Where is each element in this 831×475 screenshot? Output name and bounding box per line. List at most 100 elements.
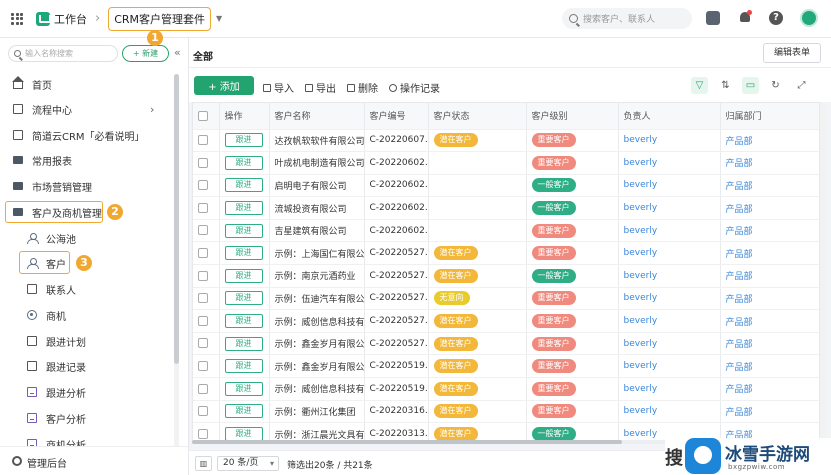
customer-name-cell[interactable]: 吉星建筑有限公司 bbox=[269, 219, 365, 243]
select-all-checkbox[interactable] bbox=[198, 110, 208, 121]
view-toggle-icon[interactable]: ▭ bbox=[742, 77, 759, 94]
sidebar-item-guide[interactable]: 简道云CRM「必看说明」 bbox=[0, 124, 172, 146]
row-select-cell[interactable] bbox=[193, 174, 220, 198]
column-header[interactable]: 客户编号 bbox=[364, 103, 429, 130]
customer-name-cell[interactable]: 示例：鑫金岁月有限公司 bbox=[269, 332, 365, 356]
customer-name-cell[interactable]: 叶成机电制造有限公司 bbox=[269, 151, 365, 175]
owner-cell[interactable]: beverly bbox=[618, 174, 721, 198]
row-select-cell[interactable] bbox=[193, 196, 220, 220]
column-header[interactable]: 客户级别 bbox=[526, 103, 619, 130]
filter-icon[interactable]: ▽ bbox=[691, 77, 708, 94]
sidebar-search-input[interactable]: 输入名称搜索 bbox=[8, 45, 118, 62]
sidebar-item-public-pool[interactable]: 公海池 bbox=[0, 227, 172, 249]
column-header[interactable]: 归属部门 bbox=[720, 103, 819, 130]
row-select-cell[interactable] bbox=[193, 332, 220, 356]
follow-up-button[interactable]: 跟进 bbox=[224, 133, 263, 148]
row-select-cell[interactable] bbox=[193, 400, 220, 424]
row-select-cell[interactable] bbox=[193, 241, 220, 266]
department-cell[interactable]: 产品部 bbox=[720, 196, 819, 220]
follow-up-button[interactable]: 跟进 bbox=[224, 246, 263, 261]
row-select-cell[interactable] bbox=[193, 219, 220, 243]
customer-name-cell[interactable]: 示例：鑫金岁月有限公司 bbox=[269, 354, 365, 379]
department-cell[interactable]: 产品部 bbox=[720, 354, 819, 379]
department-cell[interactable]: 产品部 bbox=[720, 264, 819, 288]
row-checkbox[interactable] bbox=[198, 135, 208, 146]
customer-name-cell[interactable]: 流城投资有限公司 bbox=[269, 196, 365, 220]
owner-cell[interactable]: beverly bbox=[618, 219, 721, 243]
global-search-input[interactable]: 搜索客户、联系人 bbox=[562, 8, 692, 29]
row-checkbox[interactable] bbox=[198, 293, 208, 304]
department-cell[interactable]: 产品部 bbox=[720, 174, 819, 198]
owner-cell[interactable]: beverly bbox=[618, 332, 721, 356]
chevron-down-icon[interactable]: ▼ bbox=[216, 14, 222, 23]
table-row[interactable]: 跟进 示例：鑫金岁月有限公司 C-20220527... 潜在客户 重要客户 beverl… bbox=[193, 332, 819, 356]
new-button[interactable]: + 新建 bbox=[122, 45, 169, 62]
owner-cell[interactable]: beverly bbox=[618, 309, 721, 333]
collapse-sidebar-icon[interactable]: « bbox=[174, 46, 181, 59]
department-cell[interactable]: 产品部 bbox=[720, 219, 819, 243]
operation-log-button[interactable]: 操作记录 bbox=[389, 80, 440, 95]
import-button[interactable]: 导入 bbox=[263, 80, 294, 95]
table-row[interactable]: 跟进 叶成机电制造有限公司 C-20220602... 重要客户 beverly 产品部 bbox=[193, 151, 819, 175]
row-checkbox[interactable] bbox=[198, 338, 208, 349]
customer-name-cell[interactable]: 示例：南京元酒药业 bbox=[269, 264, 365, 288]
edit-form-button[interactable]: 编辑表单 bbox=[763, 43, 821, 63]
add-button[interactable]: + 添加 bbox=[194, 76, 254, 95]
owner-cell[interactable]: beverly bbox=[618, 354, 721, 379]
column-settings-icon[interactable]: ▥ bbox=[195, 456, 212, 471]
follow-up-button[interactable]: 跟进 bbox=[224, 268, 263, 283]
row-checkbox[interactable] bbox=[198, 225, 208, 236]
customer-name-cell[interactable]: 示例：上海国仁有限公司 bbox=[269, 241, 365, 266]
follow-up-button[interactable]: 跟进 bbox=[224, 336, 263, 351]
sidebar-item-customer-analysis[interactable]: 客户分析 bbox=[0, 407, 172, 429]
sort-icon[interactable]: ⇅ bbox=[717, 77, 734, 94]
owner-cell[interactable]: beverly bbox=[618, 400, 721, 424]
department-cell[interactable]: 产品部 bbox=[720, 309, 819, 333]
sidebar-item-follow-record[interactable]: 跟进记录 bbox=[0, 355, 172, 377]
sidebar-scroll-thumb[interactable] bbox=[174, 74, 179, 364]
row-select-cell[interactable] bbox=[193, 377, 220, 401]
select-all-cell[interactable] bbox=[193, 103, 220, 130]
owner-cell[interactable]: beverly bbox=[618, 196, 721, 220]
table-row[interactable]: 跟进示例：威创信息科技有限公司C-20220527... 潜在客户 重要客户 beve… bbox=[193, 309, 819, 333]
row-checkbox[interactable] bbox=[198, 428, 208, 439]
sidebar-item-follow-plan[interactable]: 跟进计划 bbox=[0, 330, 172, 352]
sidebar-item-follow-analysis[interactable]: 跟进分析 bbox=[0, 381, 172, 403]
row-select-cell[interactable] bbox=[193, 354, 220, 379]
owner-cell[interactable]: beverly bbox=[618, 151, 721, 175]
sidebar-item-reports[interactable]: 常用报表 bbox=[0, 149, 172, 171]
department-cell[interactable]: 产品部 bbox=[720, 287, 819, 311]
follow-up-button[interactable]: 跟进 bbox=[224, 291, 263, 306]
customer-name-cell[interactable]: 示例：威创信息科技有限公司 bbox=[269, 309, 365, 333]
sidebar-item-customer-opportunity[interactable]: 客户及商机管理 bbox=[0, 201, 172, 223]
help-icon[interactable]: ? bbox=[769, 11, 783, 25]
follow-up-button[interactable]: 跟进 bbox=[224, 314, 263, 329]
row-select-cell[interactable] bbox=[193, 309, 220, 333]
owner-cell[interactable]: beverly bbox=[618, 287, 721, 311]
department-cell[interactable]: 产品部 bbox=[720, 377, 819, 401]
table-row[interactable]: 跟进示例：威创信息科技有限公司C-20220519... 潜在客户 重要客户 beve… bbox=[193, 377, 819, 401]
delete-button[interactable]: 删除 bbox=[347, 80, 378, 95]
row-checkbox[interactable] bbox=[198, 202, 208, 213]
column-header[interactable]: 负责人 bbox=[618, 103, 721, 130]
table-row[interactable]: 跟进 示例：衢州江化集团 C-20220316... 潜在客户 重要客户 beverly 产… bbox=[193, 400, 819, 424]
customer-name-cell[interactable]: 示例：威创信息科技有限公司 bbox=[269, 377, 365, 401]
row-select-cell[interactable] bbox=[193, 151, 220, 175]
row-checkbox[interactable] bbox=[198, 270, 208, 281]
row-checkbox[interactable] bbox=[198, 248, 208, 259]
column-header[interactable]: 客户状态 bbox=[428, 103, 527, 130]
follow-up-button[interactable]: 跟进 bbox=[224, 404, 263, 419]
follow-up-button[interactable]: 跟进 bbox=[224, 201, 263, 216]
owner-cell[interactable]: beverly bbox=[618, 129, 721, 153]
avatar[interactable] bbox=[800, 9, 818, 27]
table-row[interactable]: 跟进 启明电子有限公司 C-20220602... 一般客户 beverly 产品部 bbox=[193, 174, 819, 198]
table-row[interactable]: 跟进 吉星建筑有限公司 C-20220602... 重要客户 beverly 产品部 bbox=[193, 219, 819, 243]
sidebar-item-contacts[interactable]: 联系人 bbox=[0, 278, 172, 300]
follow-up-button[interactable]: 跟进 bbox=[224, 155, 263, 170]
follow-up-button[interactable]: 跟进 bbox=[224, 381, 263, 396]
workspace-link[interactable]: 工作台 bbox=[54, 11, 87, 27]
sidebar-item-process-center[interactable]: 流程中心 › bbox=[0, 98, 172, 120]
department-cell[interactable]: 产品部 bbox=[720, 151, 819, 175]
page-size-select[interactable]: 20 条/页 bbox=[217, 456, 279, 471]
row-checkbox[interactable] bbox=[198, 360, 208, 371]
